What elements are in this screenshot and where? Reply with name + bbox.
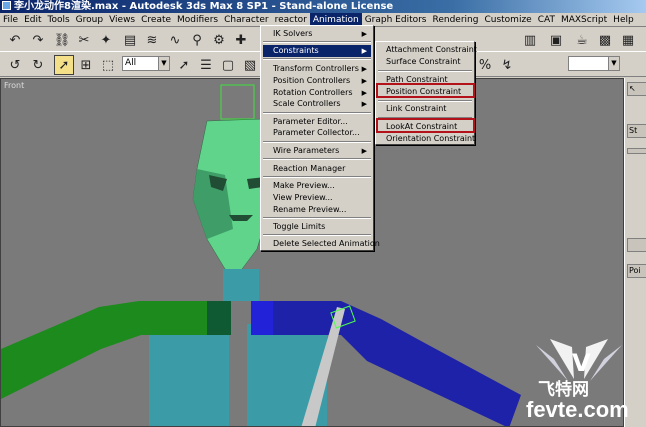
- menu-cat[interactable]: CAT: [535, 13, 558, 27]
- menu-separator: [263, 176, 371, 178]
- menu-separator: [263, 234, 371, 236]
- selection-filter-value: All: [125, 58, 137, 68]
- menu-item-view-preview[interactable]: View Preview...: [263, 192, 371, 204]
- create-tab-icon[interactable]: ↖: [627, 82, 646, 96]
- menu-group[interactable]: Group: [73, 13, 106, 27]
- spinner-snap-icon[interactable]: ↯: [497, 55, 517, 75]
- chevron-down-icon: ▼: [158, 57, 169, 70]
- menu-separator: [263, 112, 371, 114]
- menu-views[interactable]: Views: [106, 13, 138, 27]
- window-title: 李小龙动作8渲染.max - Autodesk 3ds Max 8 SP1 - …: [14, 1, 394, 12]
- watermark-brand-url: fevte.com: [526, 397, 629, 422]
- rollout-spinner[interactable]: [627, 238, 646, 252]
- undo-icon[interactable]: ↶: [5, 30, 25, 50]
- logo-letter: V: [572, 349, 591, 377]
- menu-item-reaction-manager[interactable]: Reaction Manager: [263, 163, 371, 175]
- app-icon: [2, 1, 11, 10]
- undo-view-icon[interactable]: ↺: [5, 55, 25, 75]
- rollout-divider: [627, 148, 646, 154]
- menu-item-attachment-constraint[interactable]: Attachment Constraint: [378, 44, 477, 56]
- menu-separator: [263, 58, 371, 60]
- menu-maxscript[interactable]: MAXScript: [558, 13, 610, 27]
- watermark-logo: V 飞特网 fevte.com: [514, 329, 644, 427]
- render-icon[interactable]: ▦: [618, 30, 638, 50]
- highlight-lookat-constraint: [376, 118, 475, 133]
- percent-snap-icon[interactable]: %: [475, 55, 495, 75]
- helper-box: [220, 84, 255, 120]
- select-region-icon[interactable]: ⬚: [98, 55, 118, 75]
- menu-item-parameter-collector[interactable]: Parameter Collector...: [263, 127, 371, 139]
- menu-separator: [378, 70, 472, 72]
- named-selection-dropdown[interactable]: ▼: [568, 56, 620, 71]
- highlight-position-constraint: [376, 83, 475, 98]
- command-panel-tab[interactable]: St: [627, 124, 646, 138]
- menu-item-orientation-constraint[interactable]: Orientation Constraint: [378, 133, 475, 145]
- animation-menu: IK Solvers ▶ Constraints ▶ Transform Contr…: [260, 25, 380, 251]
- menu-separator: [263, 217, 371, 219]
- menu-item-delete-selected-animation[interactable]: Delete Selected Animation: [263, 238, 380, 250]
- menu-separator: [263, 41, 371, 43]
- menu-edit[interactable]: Edit: [21, 13, 44, 27]
- unlink-icon[interactable]: ✂: [74, 30, 94, 50]
- command-panel-field[interactable]: Poi: [627, 264, 646, 278]
- chevron-down-icon: ▼: [608, 57, 619, 70]
- pin-icon[interactable]: ✚: [231, 30, 251, 50]
- select-object-icon[interactable]: ➚: [54, 55, 74, 75]
- menu-item-ik-solvers[interactable]: IK Solvers ▶: [263, 28, 371, 40]
- menu-item-position-controllers[interactable]: Position Controllers ▶: [263, 75, 371, 87]
- title-bar: 李小龙动作8渲染.max - Autodesk 3ds Max 8 SP1 - …: [0, 0, 646, 13]
- menu-tools[interactable]: Tools: [45, 13, 73, 27]
- menu-file[interactable]: File: [0, 13, 21, 27]
- menu-item-make-preview[interactable]: Make Preview...: [263, 180, 371, 192]
- redo-view-icon[interactable]: ↻: [28, 55, 48, 75]
- neck: [223, 269, 259, 301]
- menu-separator: [378, 100, 472, 102]
- selection-filter-dropdown[interactable]: All ▼: [122, 56, 170, 71]
- menu-item-scale-controllers[interactable]: Scale Controllers ▶: [263, 98, 371, 110]
- menu-item-link-constraint[interactable]: Link Constraint: [378, 103, 472, 115]
- right-shoulder: [251, 301, 273, 335]
- select-list-icon[interactable]: ☰: [196, 55, 216, 75]
- menu-create[interactable]: Create: [138, 13, 174, 27]
- menu-item-transform-controllers[interactable]: Transform Controllers ▶: [263, 63, 371, 75]
- quick-render-icon[interactable]: ☕: [572, 30, 592, 50]
- select-link-icon[interactable]: ⛓: [52, 30, 72, 50]
- bind-spacewarp-icon[interactable]: ✦: [96, 30, 116, 50]
- menu-item-surface-constraint[interactable]: Surface Constraint: [378, 56, 472, 68]
- rect-region-icon[interactable]: ▢: [218, 55, 238, 75]
- cursor-icon[interactable]: ➚: [174, 55, 194, 75]
- render-setup-icon[interactable]: ▣: [546, 30, 566, 50]
- menu-separator: [263, 141, 371, 143]
- menu-item-wire-parameters[interactable]: Wire Parameters ▶: [263, 145, 371, 157]
- menu-item-rename-preview[interactable]: Rename Preview...: [263, 204, 371, 216]
- layer-icon[interactable]: ▤: [120, 30, 140, 50]
- menu-help[interactable]: Help: [610, 13, 637, 27]
- menu-separator: [263, 158, 371, 160]
- window-crossing-icon[interactable]: ▧: [240, 55, 260, 75]
- render-last-icon[interactable]: ▩: [595, 30, 615, 50]
- menu-item-toggle-limits[interactable]: Toggle Limits: [263, 221, 371, 233]
- redo-icon[interactable]: ↷: [28, 30, 48, 50]
- menu-modifiers[interactable]: Modifiers: [174, 13, 221, 27]
- stack-icon[interactable]: ≋: [142, 30, 162, 50]
- render-scene-icon[interactable]: ▥: [520, 30, 540, 50]
- left-shoulder: [207, 301, 231, 335]
- torso-left: [149, 324, 229, 426]
- menu-item-constraints[interactable]: Constraints ▶: [263, 45, 371, 57]
- curve-icon[interactable]: ∿: [165, 30, 185, 50]
- material-icon[interactable]: ⚙: [209, 30, 229, 50]
- schematic-icon[interactable]: ⚲: [187, 30, 207, 50]
- select-by-name-icon[interactable]: ⊞: [76, 55, 96, 75]
- menu-customize[interactable]: Customize: [481, 13, 534, 27]
- menu-rendering[interactable]: Rendering: [430, 13, 482, 27]
